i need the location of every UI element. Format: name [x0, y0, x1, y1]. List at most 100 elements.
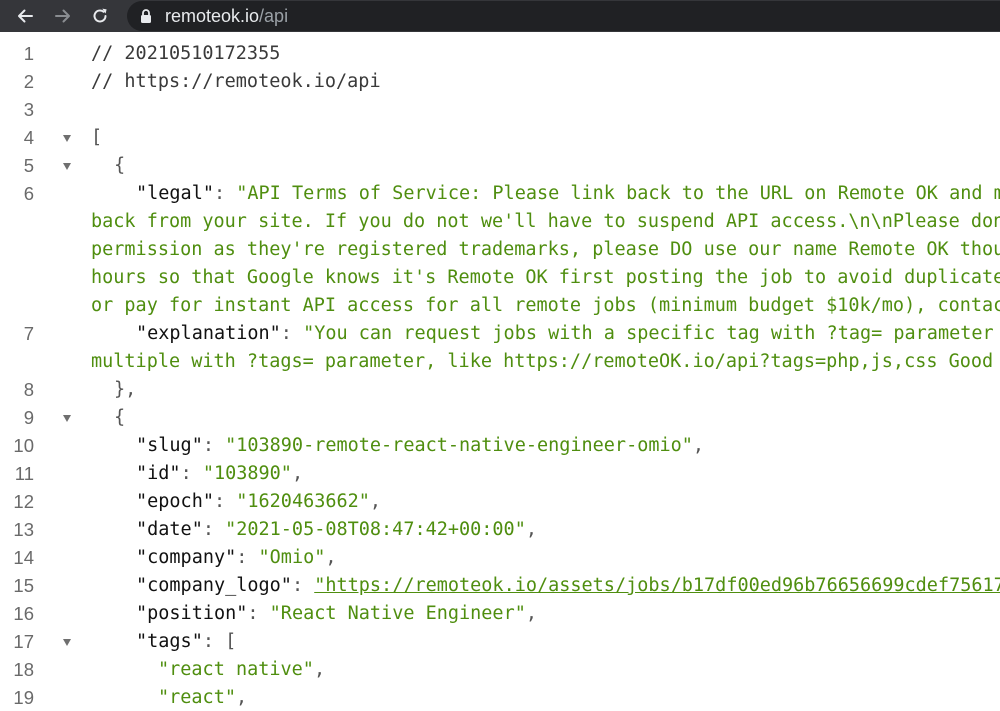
json-key: "date"	[136, 519, 203, 540]
fold-toggle-icon[interactable]	[63, 163, 71, 170]
arrow-left-icon	[18, 9, 33, 23]
json-pair-company: "company": "Omio",	[136, 547, 337, 568]
url-text[interactable]: remoteok.io/api	[165, 1, 288, 31]
line-number: 1	[23, 43, 34, 64]
code-line: 13 "date": "2021-05-08T08:47:42+00:00",	[0, 516, 1000, 544]
code-line: 14 "company": "Omio",	[0, 544, 1000, 572]
json-pair-legal: "legal": "API Terms of Service: Please l…	[136, 180, 1000, 208]
json-string: "react native"	[158, 659, 314, 680]
line-number: 15	[13, 575, 34, 596]
array-open-bracket: [	[225, 631, 237, 652]
line-number: 8	[23, 379, 34, 400]
json-pair-slug: "slug": "103890-remote-react-native-engi…	[136, 435, 705, 456]
forward-button[interactable]	[50, 3, 76, 29]
json-string-wrap: or pay for instant API access for all re…	[91, 295, 1000, 316]
line-number: 18	[13, 659, 34, 680]
line-number: 6	[23, 183, 34, 204]
json-key: "position"	[136, 603, 248, 624]
json-pair-position: "position": "React Native Engineer",	[136, 603, 537, 624]
json-key: "slug"	[136, 435, 203, 456]
object-open-brace: {	[114, 407, 126, 428]
json-pair-id: "id": "103890",	[136, 463, 304, 484]
json-pair-tags: "tags": [	[136, 631, 237, 652]
code-line: 1 // 20210510172355	[0, 40, 1000, 68]
fold-toggle-icon[interactable]	[63, 415, 71, 422]
json-string: "You can request jobs with a specific ta…	[303, 323, 994, 344]
code-line: 5 {	[0, 152, 1000, 180]
code-line: 12 "epoch": "1620463662",	[0, 488, 1000, 516]
code-line: 4 [	[0, 124, 1000, 152]
comment-url: // https://remoteok.io/api	[91, 71, 381, 92]
json-key: "tags"	[136, 631, 203, 652]
json-string: "1620463662"	[236, 491, 370, 512]
url-host: remoteok.io	[165, 6, 260, 26]
line-number: 3	[23, 99, 34, 120]
line-number: 13	[13, 519, 34, 540]
json-key: "company"	[136, 547, 237, 568]
code-line: 15 "company_logo": "https://remoteok.io/…	[0, 572, 1000, 600]
json-key: "company_logo"	[136, 575, 292, 596]
code-line: 16 "position": "React Native Engineer",	[0, 600, 1000, 628]
code-line: 18 "react native",	[0, 656, 1000, 684]
code-line: 7 "explanation": "You can request jobs w…	[0, 320, 1000, 376]
json-string: "API Terms of Service: Please link back …	[236, 183, 1000, 204]
fold-toggle-icon[interactable]	[63, 135, 71, 142]
line-number: 19	[13, 687, 34, 708]
json-string: "103890-remote-react-native-engineer-omi…	[225, 435, 693, 456]
json-string: "103890"	[202, 463, 292, 484]
code-line: 8 },	[0, 376, 1000, 404]
json-pair-explanation: "explanation": "You can request jobs wit…	[136, 323, 994, 344]
line-number: 2	[23, 71, 34, 92]
json-key: "id"	[136, 463, 181, 484]
line-number: 7	[23, 323, 34, 344]
line-number: 10	[13, 435, 34, 456]
line-number: 12	[13, 491, 34, 512]
company-logo-link[interactable]: "https://remoteok.io/assets/jobs/b17df00…	[314, 575, 1000, 596]
json-string: "Omio"	[258, 547, 326, 568]
json-pair-date: "date": "2021-05-08T08:47:42+00:00",	[136, 519, 537, 540]
tag-item: "react",	[158, 687, 248, 708]
json-string-wrap: back from your site. If you do not we'll…	[91, 211, 1000, 232]
browser-toolbar: remoteok.io/api	[0, 0, 1000, 32]
line-number: 4	[23, 127, 34, 148]
line-number: 9	[23, 407, 34, 428]
line-number: 14	[13, 547, 34, 568]
reload-icon	[93, 8, 107, 23]
json-key: "epoch"	[136, 491, 214, 512]
json-string-wrap: multiple with ?tags= parameter, like htt…	[91, 351, 994, 372]
object-close-brace: },	[114, 379, 137, 400]
line-number: 16	[13, 603, 34, 624]
code-line: 3	[0, 96, 1000, 124]
json-string-wrap: permission as they're registered tradema…	[91, 239, 1000, 260]
json-string: "react"	[158, 687, 236, 708]
fold-toggle-icon[interactable]	[63, 639, 71, 646]
code-line: 19 "react",	[0, 684, 1000, 711]
json-viewer: 1 // 20210510172355 2 // https://remoteo…	[0, 32, 1000, 711]
url-path: /api	[259, 6, 289, 26]
code-line: 2 // https://remoteok.io/api	[0, 68, 1000, 96]
reload-button[interactable]	[87, 3, 113, 29]
json-string: "2021-05-08T08:47:42+00:00"	[225, 519, 526, 540]
json-key: "explanation"	[136, 323, 281, 344]
back-button[interactable]	[12, 3, 38, 29]
line-number: 5	[23, 155, 34, 176]
code-line: 17 "tags": [	[0, 628, 1000, 656]
line-number: 17	[13, 631, 34, 652]
json-key: "legal"	[136, 183, 214, 204]
address-bar[interactable]: remoteok.io/api	[127, 1, 1000, 31]
array-open-bracket: [	[91, 127, 103, 148]
object-open-brace: {	[114, 155, 126, 176]
tag-item: "react native",	[158, 659, 326, 680]
code-line: 11 "id": "103890",	[0, 460, 1000, 488]
lock-icon	[141, 9, 151, 23]
json-pair-epoch: "epoch": "1620463662",	[136, 491, 382, 512]
line-number: 11	[14, 463, 34, 484]
comment-timestamp: // 20210510172355	[91, 43, 281, 64]
json-pair-company-logo: "company_logo": "https://remoteok.io/ass…	[136, 572, 1000, 600]
json-string: "React Native Engineer"	[269, 603, 526, 624]
code-line: 9 {	[0, 404, 1000, 432]
code-line: 6 "legal": "API Terms of Service: Please…	[0, 180, 1000, 320]
code-line: 10 "slug": "103890-remote-react-native-e…	[0, 432, 1000, 460]
arrow-right-icon	[55, 9, 70, 23]
json-string-wrap: hours so that Google knows it's Remote O…	[91, 267, 1000, 288]
